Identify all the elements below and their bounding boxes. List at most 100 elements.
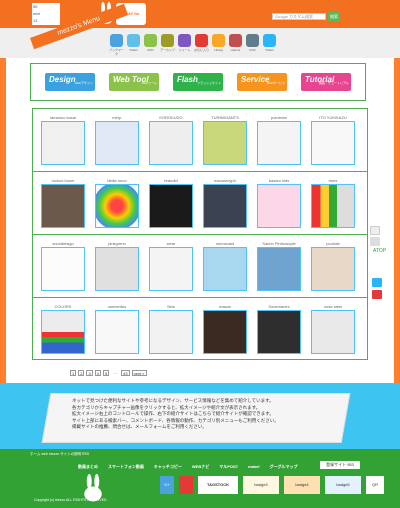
- category-design[interactable]: Design Webデザイン: [45, 73, 95, 91]
- footer-link[interactable]: WEBナビ: [192, 464, 209, 470]
- site-card[interactable]: Sonemanex: [257, 304, 301, 354]
- site-title: mms: [328, 178, 338, 183]
- site-thumbnail[interactable]: [257, 121, 301, 165]
- site-card[interactable]: KOROKUDO: [149, 115, 193, 165]
- twitter-side-icon[interactable]: [372, 278, 382, 287]
- site-card[interactable]: lamanoo kasai: [41, 115, 85, 165]
- site-card[interactable]: brandid: [149, 178, 193, 228]
- site-thumbnail[interactable]: [257, 184, 301, 228]
- category-flash[interactable]: Flash フラッシュサイト: [173, 73, 223, 91]
- site-thumbnail[interactable]: [203, 184, 247, 228]
- page-link-last[interactable]: 43: [121, 370, 130, 376]
- site-card[interactable]: nose steel: [311, 304, 355, 354]
- pinterest-side-icon[interactable]: [372, 290, 382, 299]
- tweet-icon[interactable]: ツイート: [178, 34, 191, 52]
- site-thumbnail[interactable]: [95, 247, 139, 291]
- site-card[interactable]: TURIMIGANTS: [203, 115, 247, 165]
- tagstock-badge[interactable]: TAGSTOCK: [198, 476, 238, 494]
- footer-link[interactable]: キャッチコピー: [154, 464, 182, 470]
- site-thumbnail[interactable]: [149, 247, 193, 291]
- site-card[interactable]: ITO YUKIKAZU: [311, 115, 355, 165]
- site-thumbnail[interactable]: [311, 184, 355, 228]
- site-card[interactable]: wear: [149, 241, 193, 291]
- page-link[interactable]: 2: [78, 370, 85, 376]
- site-thumbnail[interactable]: [95, 310, 139, 354]
- footer-top-links[interactable]: ホーム web mezzo サイトの説明 RSS: [30, 452, 89, 457]
- category-label: Design: [49, 75, 76, 84]
- google-plus-icon[interactable]: G+: [160, 476, 174, 494]
- page-link[interactable]: 4: [94, 370, 101, 376]
- footer-badge[interactable]: badge5: [325, 476, 361, 494]
- site-thumbnail[interactable]: [257, 247, 301, 291]
- site-thumbnail[interactable]: [311, 121, 355, 165]
- hatena-icon[interactable]: Hatena: [229, 34, 242, 52]
- page-link[interactable]: 5: [102, 370, 110, 376]
- site-thumbnail[interactable]: [41, 184, 85, 228]
- footer-link[interactable]: マルPOST: [219, 464, 238, 470]
- footer-link[interactable]: makel: [248, 464, 259, 470]
- search-input[interactable]: Google カスタム検索: [272, 13, 326, 20]
- site-card[interactable]: COLORS: [41, 304, 85, 354]
- footer-link[interactable]: スマートフォン動画: [108, 464, 144, 470]
- site-card[interactable]: pinkgrenn: [95, 241, 139, 291]
- site-card[interactable]: bibila nooo: [95, 178, 139, 228]
- site-card[interactable]: rockus boom: [41, 178, 85, 228]
- mixi-icon[interactable]: MIXI: [144, 34, 157, 52]
- site-thumbnail[interactable]: [311, 310, 355, 354]
- site-card[interactable]: osmeedes: [95, 304, 139, 354]
- share-icon[interactable]: [179, 476, 193, 494]
- site-thumbnail[interactable]: [203, 310, 247, 354]
- site-thumbnail[interactable]: [149, 184, 193, 228]
- site-card[interactable]: oneosnaid: [203, 241, 247, 291]
- icon-label: Hatena: [230, 48, 241, 52]
- follow-icon[interactable]: [370, 226, 380, 235]
- site-thumbnail[interactable]: [149, 121, 193, 165]
- site-card[interactable]: basaro kids: [257, 178, 301, 228]
- site-card[interactable]: pomimini: [257, 115, 301, 165]
- social-count[interactable]: 13: [33, 18, 59, 24]
- site-card[interactable]: pourtab: [311, 241, 355, 291]
- site-thumbnail[interactable]: [41, 121, 85, 165]
- social-counts: 55 mixi 13: [32, 3, 60, 25]
- twitter-icon[interactable]: Twitter: [127, 34, 140, 52]
- social-count[interactable]: 55: [33, 4, 59, 10]
- mail-icon[interactable]: [370, 237, 380, 246]
- category-service[interactable]: Service Webサービス: [237, 73, 287, 91]
- page-link[interactable]: 1: [70, 370, 77, 376]
- site-thumbnail[interactable]: [41, 310, 85, 354]
- footer-badge[interactable]: badge3: [243, 476, 279, 494]
- next-page-button[interactable]: next »: [131, 370, 147, 376]
- bookmark-icon[interactable]: ブックマーク: [109, 34, 124, 56]
- site-card[interactable]: mms: [311, 178, 355, 228]
- search-button[interactable]: 検索: [328, 12, 340, 21]
- grid-row: rockus boom bibila nooo brandid manuscry…: [33, 172, 367, 235]
- social-count[interactable]: mixi: [33, 11, 59, 17]
- site-thumbnail[interactable]: [149, 310, 193, 354]
- footer-badge[interactable]: badge4: [284, 476, 320, 494]
- site-card[interactable]: masan: [203, 304, 247, 354]
- rss-icon[interactable]: RSS: [246, 34, 259, 52]
- page-link[interactable]: 3: [86, 370, 93, 376]
- site-card[interactable]: soundlesign: [41, 241, 85, 291]
- archive-icon[interactable]: アーカイブ: [160, 34, 175, 52]
- site-thumbnail[interactable]: [257, 310, 301, 354]
- footer-link[interactable]: グーグルマップ: [269, 464, 297, 470]
- site-thumbnail[interactable]: [203, 247, 247, 291]
- favorite-icon[interactable]: お気に入り: [194, 34, 209, 52]
- bird-icon[interactable]: Twitter: [263, 34, 276, 52]
- site-thumbnail[interactable]: [95, 184, 139, 228]
- site-thumbnail[interactable]: [41, 247, 85, 291]
- category-tutorial[interactable]: Tutorial 講座・チュートリアル: [301, 73, 351, 91]
- category-label: Flash: [177, 75, 198, 84]
- site-thumbnail[interactable]: [203, 121, 247, 165]
- site-card[interactable]: manuscryph: [203, 178, 247, 228]
- to-top-label[interactable]: ATOP: [373, 248, 386, 254]
- site-card[interactable]: Sbiu: [149, 304, 193, 354]
- site-card[interactable]: mirty.: [95, 115, 139, 165]
- site-thumbnail[interactable]: [95, 121, 139, 165]
- footer-link[interactable]: 動画まとめ: [78, 464, 98, 470]
- site-card[interactable]: Sanrio Pinthosopie: [257, 241, 301, 291]
- site-thumbnail[interactable]: [311, 247, 355, 291]
- lifelog-icon[interactable]: Lifelog: [212, 34, 225, 52]
- category-webtool[interactable]: Web Tool Webツール: [109, 73, 159, 91]
